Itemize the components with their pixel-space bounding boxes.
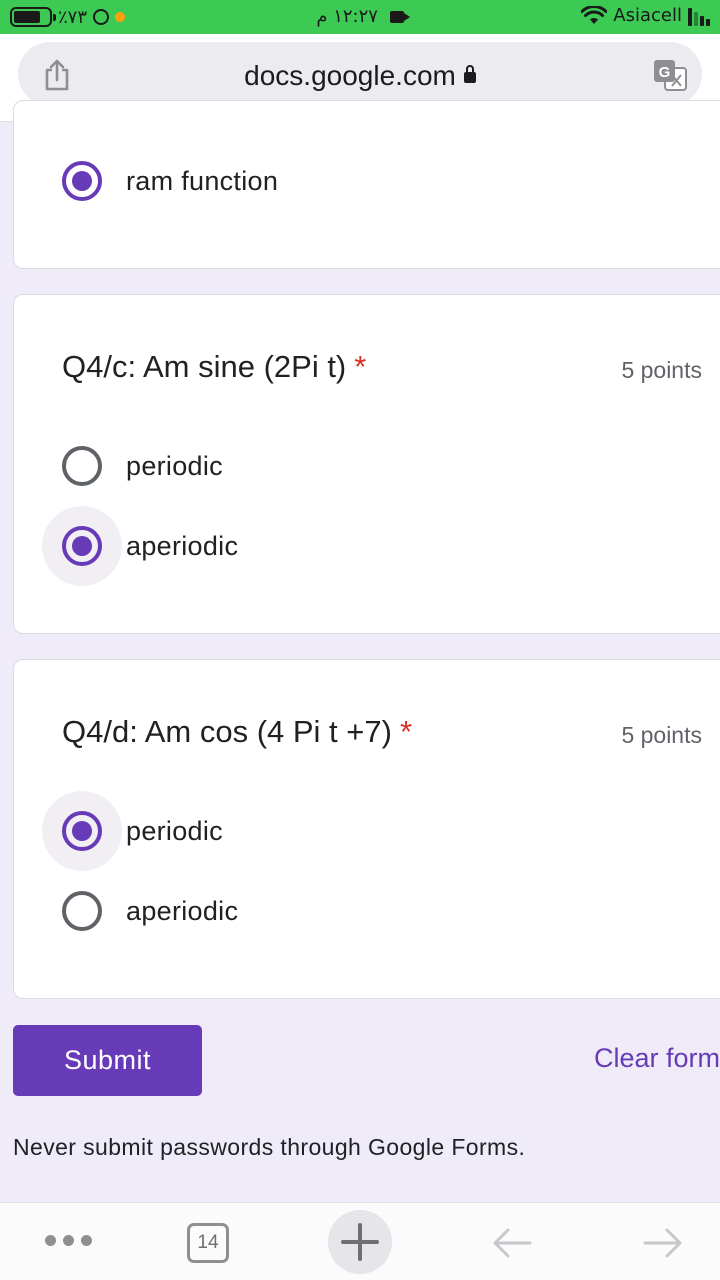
- clock: ١٢:٢٧ م: [316, 6, 378, 27]
- camera-icon: [389, 11, 410, 23]
- option-aperiodic[interactable]: aperiodic: [42, 506, 239, 586]
- option-periodic[interactable]: periodic: [62, 441, 223, 491]
- option-label: periodic: [126, 815, 223, 846]
- question-card-q4c: Q4/c: Am sine (2Pi t) * 5 points periodic…: [13, 294, 720, 634]
- question-title: Q4/c: Am sine (2Pi t) *: [62, 349, 367, 384]
- option-label: aperiodic: [126, 895, 239, 926]
- status-bar: ٪٧٣ ١٢:٢٧ م Asiacell: [0, 0, 720, 34]
- radio-button-checked[interactable]: [62, 161, 102, 201]
- question-points: 5 points: [621, 357, 702, 383]
- option-label: aperiodic: [126, 530, 239, 561]
- required-asterisk: *: [354, 349, 367, 384]
- radio-button-checked[interactable]: [62, 811, 102, 851]
- padlock-icon: [463, 65, 476, 84]
- radio-button-checked[interactable]: [62, 526, 102, 566]
- wifi-icon: [581, 5, 608, 24]
- password-warning-note: Never submit passwords through Google Fo…: [13, 1134, 526, 1160]
- required-asterisk: *: [399, 714, 413, 749]
- option-periodic[interactable]: periodic: [42, 791, 223, 871]
- clear-form-button[interactable]: Clear form: [594, 1043, 720, 1074]
- plus-icon[interactable]: [328, 1210, 392, 1274]
- more-icon[interactable]: [45, 1235, 92, 1246]
- forward-arrow-icon[interactable]: [641, 1223, 685, 1263]
- carrier-name: Asiacell: [613, 5, 682, 26]
- question-card-previous: ram function: [13, 100, 720, 269]
- option-label: periodic: [126, 450, 223, 481]
- tabs-button[interactable]: 14: [187, 1223, 229, 1263]
- translate-icon[interactable]: G: [652, 58, 688, 92]
- url-text: docs.google.com: [244, 60, 456, 91]
- option-ram-function[interactable]: ram function: [62, 156, 278, 206]
- question-points: 5 points: [621, 722, 702, 748]
- question-title: Q4/d: Am cos (4 Pi t +7) *: [62, 714, 413, 749]
- back-arrow-icon[interactable]: [490, 1223, 534, 1263]
- submit-button[interactable]: Submit: [13, 1025, 202, 1096]
- address-bar[interactable]: docs.google.com G: [18, 42, 702, 106]
- browser-toolbar: 14: [0, 1202, 720, 1280]
- radio-button[interactable]: [62, 891, 102, 931]
- question-card-q4d: Q4/d: Am cos (4 Pi t +7) * 5 points perio…: [13, 659, 720, 999]
- option-aperiodic[interactable]: aperiodic: [62, 886, 238, 936]
- signal-icon: [688, 6, 710, 26]
- option-label: ram function: [126, 165, 279, 196]
- svg-text:G: G: [659, 64, 671, 81]
- radio-button[interactable]: [62, 446, 102, 486]
